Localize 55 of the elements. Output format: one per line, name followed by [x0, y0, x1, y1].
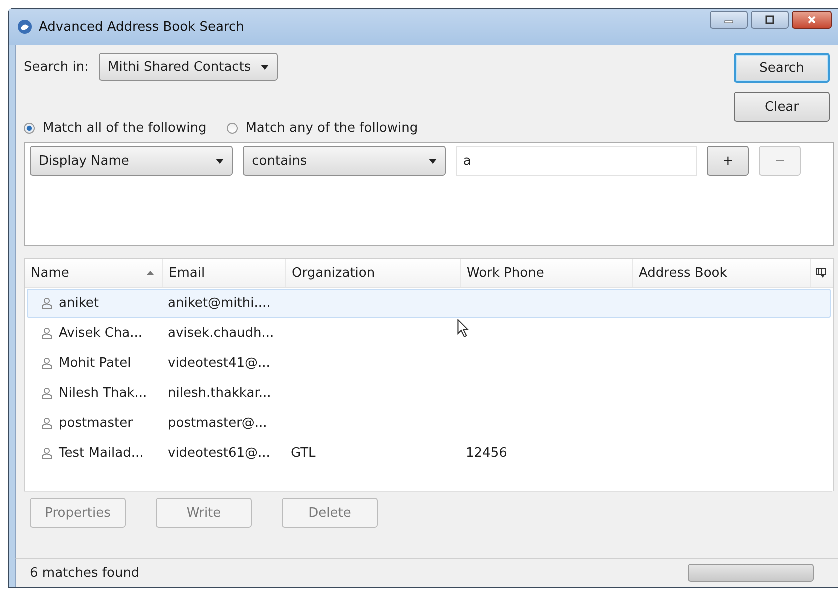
value-field[interactable]: a: [456, 146, 698, 176]
contact-row[interactable]: Nilesh Thak... nilesh.thakkar...: [27, 379, 831, 408]
column-header[interactable]: Organization: [286, 259, 461, 287]
column-header[interactable]: Name: [25, 259, 163, 287]
table-cell: postmaster: [59, 416, 133, 431]
app-icon: [17, 19, 33, 35]
contact-row[interactable]: postmaster postmaster@...: [27, 409, 831, 438]
search-button[interactable]: Search: [734, 53, 830, 83]
contact-row[interactable]: Test Mailad... videotest61@... GTL 12456: [27, 439, 831, 468]
close-icon: [807, 15, 817, 25]
close-button[interactable]: [792, 11, 832, 29]
mouse-pointer-icon: [457, 319, 470, 338]
maximize-button[interactable]: [751, 11, 789, 29]
status-text: 6 matches found: [30, 566, 140, 580]
contact-row[interactable]: Mohit Patel videotest41@...: [27, 349, 831, 378]
radio-button[interactable]: [226, 123, 238, 134]
radio-label: Match all of the following: [43, 121, 207, 136]
add-button[interactable]: +: [707, 146, 750, 176]
maximize-icon: [765, 15, 775, 25]
table-cell: GTL: [291, 446, 316, 461]
field-dropdown[interactable]: Display Name: [30, 146, 234, 176]
column-header[interactable]: Address Book: [633, 259, 811, 287]
caret-icon: [429, 158, 438, 164]
contact-icon: [42, 358, 52, 369]
window-title: Advanced Address Book Search: [39, 20, 244, 34]
column-header[interactable]: Email: [163, 259, 286, 287]
table-cell: Test Mailad...: [59, 446, 144, 461]
contact-row[interactable]: Avisek Cha... avisek.chaudh...: [27, 319, 831, 348]
caret-icon: [216, 158, 224, 164]
table-cell: aniket: [59, 296, 99, 311]
contact-row[interactable]: aniket aniket@mithi....: [27, 289, 831, 318]
column-picker-icon: [816, 268, 826, 278]
caret-icon: [261, 64, 270, 70]
radio-label: Match any of the following: [246, 121, 418, 136]
table-cell: nilesh.thakkar...: [168, 386, 272, 401]
column-header[interactable]: Work Phone: [461, 259, 633, 287]
table-cell: avisek.chaudh...: [168, 326, 274, 341]
contact-icon: [42, 418, 52, 429]
search-in-label: Search in:: [24, 60, 90, 74]
table-cell: aniket@mithi....: [168, 296, 271, 311]
contact-icon: [42, 448, 52, 459]
contact-icon: [42, 328, 52, 339]
contact-icon: [42, 298, 52, 309]
address-book-dropdown[interactable]: Mithi Shared Contacts: [99, 53, 278, 81]
table-cell: 12456: [466, 446, 508, 461]
table-cell: videotest61@...: [168, 446, 270, 461]
table-cell: Mohit Patel: [59, 356, 132, 371]
clear-button[interactable]: Clear: [734, 92, 830, 122]
radio-button[interactable]: [24, 123, 35, 134]
contact-icon: [42, 388, 52, 399]
table-cell: videotest41@...: [168, 356, 270, 371]
table-cell: Nilesh Thak...: [59, 386, 148, 401]
operator-dropdown[interactable]: contains: [243, 146, 446, 176]
table-cell: Avisek Cha...: [59, 326, 143, 341]
table-cell: postmaster@...: [168, 416, 268, 431]
